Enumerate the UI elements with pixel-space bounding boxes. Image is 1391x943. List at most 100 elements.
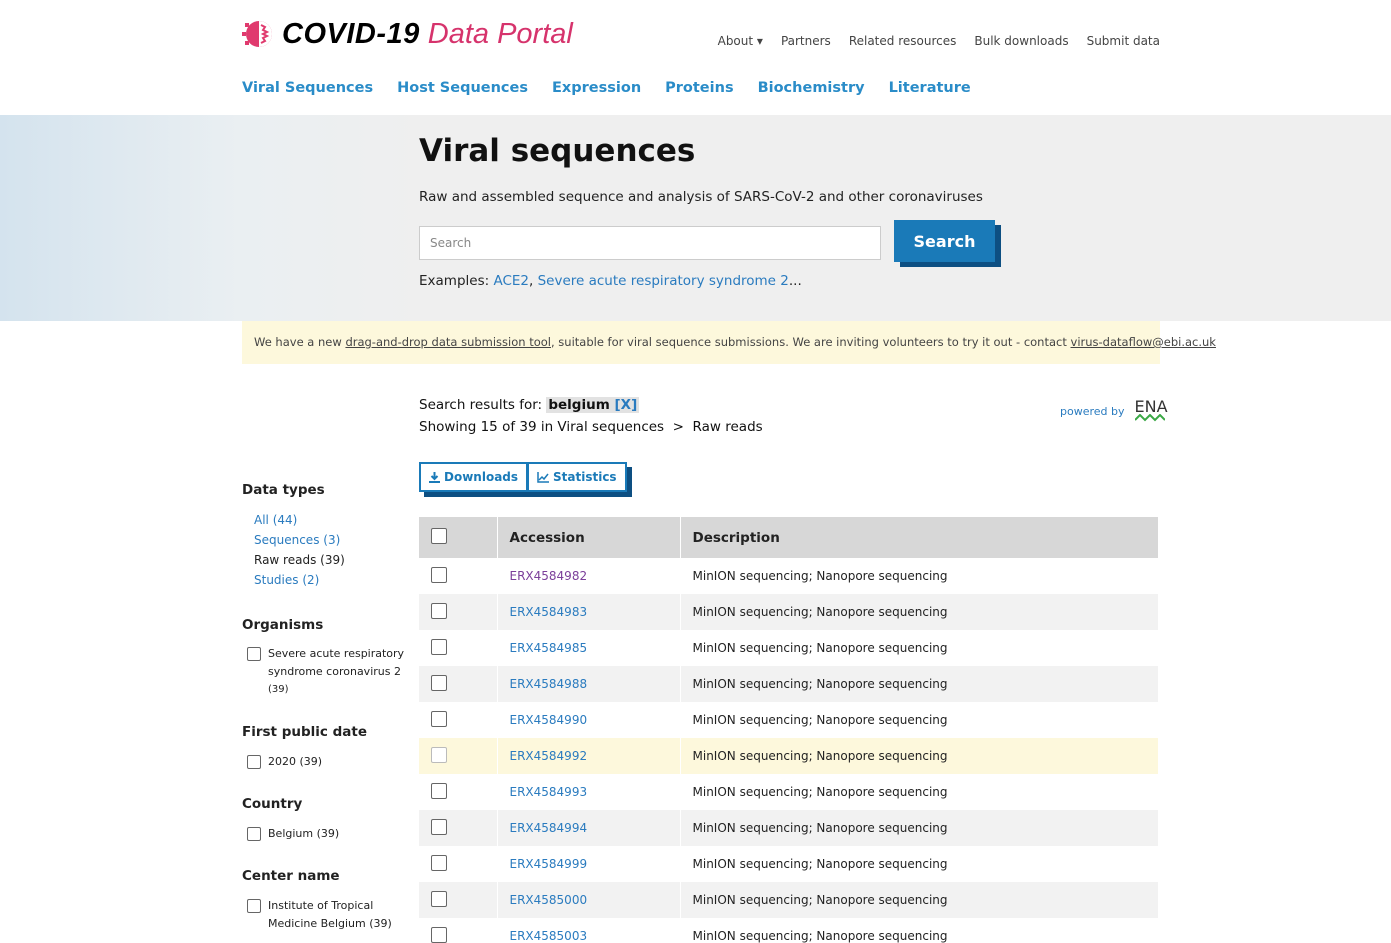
notice-prefix: We have a new [254,335,346,349]
accession-link[interactable]: ERX4584983 [510,605,588,619]
accession-cell: ERX4584990 [497,702,681,738]
accession-link[interactable]: ERX4584982 [510,569,588,583]
row-checkbox-cell [419,810,498,846]
facet-country-option[interactable]: Belgium (39) [247,825,339,843]
row-checkbox-cell [419,846,498,882]
row-checkbox[interactable] [431,638,447,655]
topnav-bulk-downloads[interactable]: Bulk downloads [974,34,1068,48]
organism-checkbox[interactable] [247,647,261,661]
description-cell: MinION sequencing; Nanopore sequencing [680,918,1159,943]
facet-heading-data-types: Data types [242,482,325,498]
accession-link[interactable]: ERX4584993 [510,785,588,799]
row-checkbox[interactable] [431,602,447,619]
country-label: Belgium (39) [268,827,340,840]
topnav-partners[interactable]: Partners [781,34,831,48]
accession-link[interactable]: ERX4585000 [510,893,588,907]
row-checkbox[interactable] [431,854,447,871]
topnav-related-resources[interactable]: Related resources [849,34,957,48]
accession-link[interactable]: ERX4584999 [510,857,588,871]
country-checkbox[interactable] [247,827,261,841]
row-checkbox[interactable] [431,926,447,943]
description-cell: MinION sequencing; Nanopore sequencing [680,666,1159,702]
facet-first-public-option[interactable]: 2020 (39) [247,753,322,771]
accession-link[interactable]: ERX4584988 [510,677,588,691]
description-header[interactable]: Description [680,517,1159,558]
notice-middle: , suitable for viral sequence submission… [550,335,1071,349]
facet-data-type-studies[interactable]: Studies (2) [254,573,319,587]
row-checkbox[interactable] [431,818,447,835]
center-label-line2: Medicine Belgium (39) [268,917,392,930]
download-icon [429,471,440,483]
nav-expression[interactable]: Expression [552,80,641,96]
table-row: ERX4585003 MinION sequencing; Nanopore s… [419,918,1159,943]
results-count: Showing 15 of 39 in Viral sequences > Ra… [419,419,763,435]
results-table: Accession Description ERX4584982 MinION … [419,517,1159,943]
organism-label: Severe acute respiratory syndrome corona… [268,645,404,699]
facet-data-type-sequences[interactable]: Sequences (3) [254,533,340,547]
notice-email-link[interactable]: virus-dataflow@ebi.ac.uk [1071,335,1216,349]
nav-viral-sequences[interactable]: Viral Sequences [242,80,373,96]
table-row: ERX4584982 MinION sequencing; Nanopore s… [419,558,1159,594]
site-logo[interactable]: COVID-19 Data Portal [242,17,573,51]
accession-link[interactable]: ERX4584994 [510,821,588,835]
center-label: Institute of Tropical Medicine Belgium (… [268,897,392,933]
clear-search-button[interactable]: [X] [614,397,638,413]
nav-biochemistry[interactable]: Biochemistry [758,80,865,96]
nav-literature[interactable]: Literature [889,80,971,96]
description-cell: MinION sequencing; Nanopore sequencing [680,558,1159,594]
example-link-sars2[interactable]: Severe acute respiratory syndrome 2 [538,273,789,289]
accession-link[interactable]: ERX4584992 [510,749,588,763]
search-term-text: belgium [548,397,610,413]
row-checkbox[interactable] [431,674,447,691]
topnav-about[interactable]: About ▾ [718,34,763,48]
description-cell: MinION sequencing; Nanopore sequencing [680,846,1159,882]
facet-heading-organisms: Organisms [242,617,324,633]
row-checkbox[interactable] [431,566,447,583]
topnav-submit-data[interactable]: Submit data [1087,34,1160,48]
accession-cell: ERX4584993 [497,774,681,810]
main-navigation: Viral Sequences Host Sequences Expressio… [242,80,971,96]
row-checkbox-cell [419,774,498,810]
powered-by: powered by ENA [1060,399,1168,422]
accession-link[interactable]: ERX4584985 [510,641,588,655]
accession-header[interactable]: Accession [497,517,681,558]
first-public-checkbox[interactable] [247,755,261,769]
downloads-button[interactable]: Downloads [419,462,529,492]
facet-center-option[interactable]: Institute of Tropical Medicine Belgium (… [247,897,392,933]
hero-banner: Viral sequences Raw and assembled sequen… [0,115,1391,321]
description-cell: MinION sequencing; Nanopore sequencing [680,810,1159,846]
notice-submission-tool-link[interactable]: drag-and-drop data submission tool [345,335,551,349]
description-cell: MinION sequencing; Nanopore sequencing [680,738,1159,774]
nav-host-sequences[interactable]: Host Sequences [397,80,528,96]
accession-cell: ERX4584994 [497,810,681,846]
search-input[interactable] [419,226,881,260]
row-checkbox[interactable] [431,746,447,763]
description-cell: MinION sequencing; Nanopore sequencing [680,594,1159,630]
accession-cell: ERX4584982 [497,558,681,594]
organism-count: (39) [268,684,289,695]
table-row: ERX4584983 MinION sequencing; Nanopore s… [419,594,1159,630]
accession-cell: ERX4584999 [497,846,681,882]
ena-logo[interactable]: ENA [1134,399,1168,422]
center-checkbox[interactable] [247,899,261,913]
accession-cell: ERX4584983 [497,594,681,630]
example-link-ace2[interactable]: ACE2 [493,273,529,289]
statistics-button[interactable]: Statistics [527,462,627,492]
search-results-for: Search results for: belgium [X] [419,397,640,413]
description-cell: MinION sequencing; Nanopore sequencing [680,882,1159,918]
accession-cell: ERX4584988 [497,666,681,702]
accession-link[interactable]: ERX4585003 [510,929,588,943]
row-checkbox[interactable] [431,710,447,727]
accession-link[interactable]: ERX4584990 [510,713,588,727]
description-cell: MinION sequencing; Nanopore sequencing [680,702,1159,738]
row-checkbox[interactable] [431,890,447,907]
search-button[interactable]: Search [894,220,995,262]
select-all-header [419,517,498,558]
facet-organism-option[interactable]: Severe acute respiratory syndrome corona… [247,645,404,699]
row-checkbox[interactable] [431,782,447,799]
select-all-checkbox[interactable] [431,527,447,544]
facet-data-type-all[interactable]: All (44) [254,513,297,527]
search-examples: Examples: ACE2, Severe acute respiratory… [419,273,802,289]
organism-label-line1: Severe acute respiratory [268,647,405,660]
nav-proteins[interactable]: Proteins [665,80,733,96]
